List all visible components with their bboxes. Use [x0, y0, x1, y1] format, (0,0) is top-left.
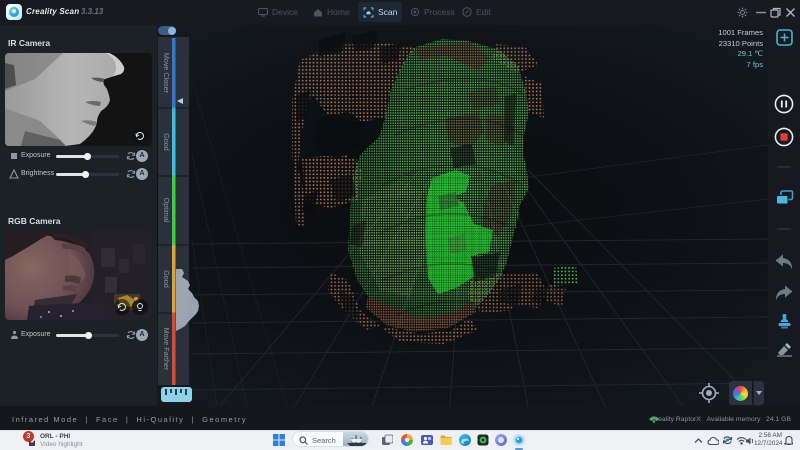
svg-text:Move Closer: Move Closer	[162, 53, 171, 94]
svg-text:Good: Good	[162, 133, 171, 151]
svg-text:Good: Good	[162, 270, 171, 288]
svg-text:Optimal: Optimal	[162, 198, 171, 223]
svg-text:Move Farther: Move Farther	[162, 328, 171, 371]
